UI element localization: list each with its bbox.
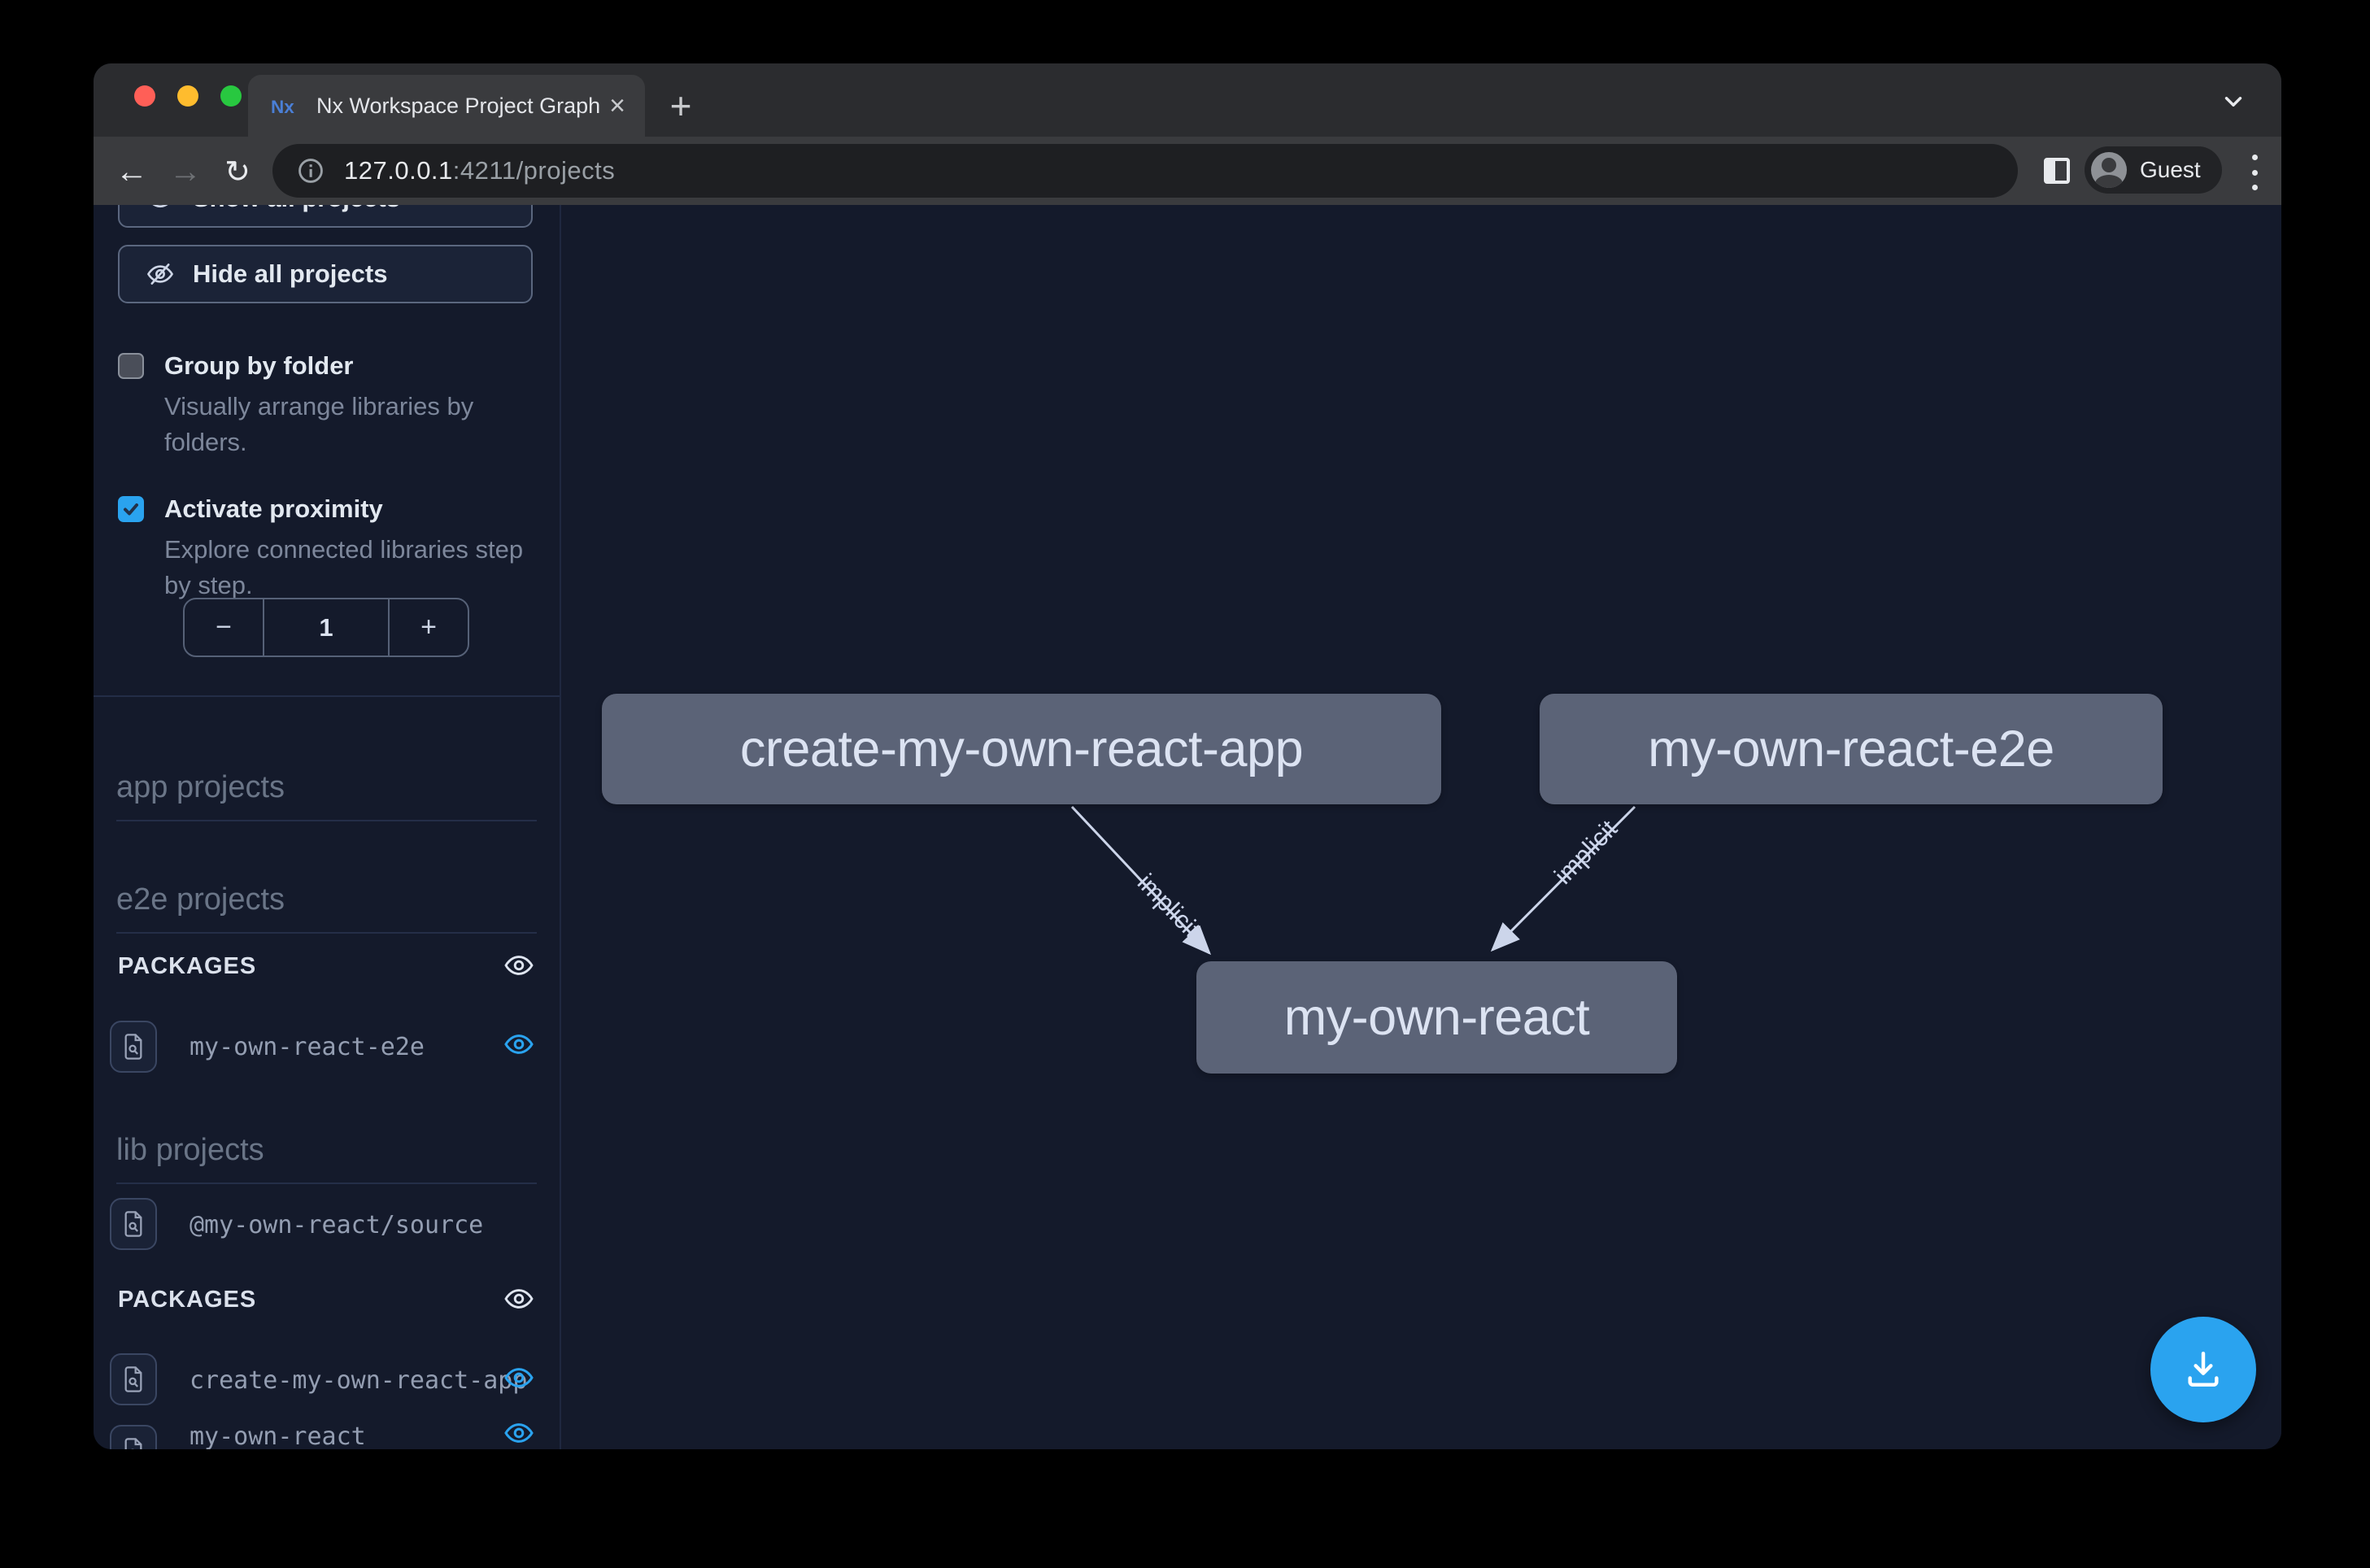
activate-proximity-description: Explore connected libraries step by step… <box>164 532 540 603</box>
hide-all-projects-button[interactable]: Hide all projects <box>118 245 533 303</box>
group-by-folder-description: Visually arrange libraries by folders. <box>164 389 540 460</box>
sidebar: Show all projects Hide all projects Grou… <box>94 205 561 1449</box>
proximity-degree-stepper: − 1 + <box>183 598 469 657</box>
download-icon <box>2180 1347 2226 1392</box>
tab-close-icon[interactable]: × <box>609 92 625 120</box>
graph-node-my-own-react-e2e[interactable]: my-own-react-e2e <box>1540 694 2163 804</box>
packages-heading-e2e: PACKAGES <box>118 953 256 980</box>
profile-label: Guest <box>2140 157 2201 183</box>
traffic-light-minimize-button[interactable] <box>177 85 198 107</box>
project-visibility-eye-icon[interactable] <box>503 1031 535 1057</box>
lib-projects-heading: lib projects <box>116 1133 537 1184</box>
e2e-projects-heading: e2e projects <box>116 882 537 934</box>
side-panel-icon[interactable] <box>2044 158 2070 184</box>
browser-tab[interactable]: Nx Nx Workspace Project Graph × <box>248 75 645 137</box>
traffic-light-close-button[interactable] <box>134 85 155 107</box>
nx-graph-app: Show all projects Hide all projects Grou… <box>94 205 2281 1449</box>
eye-icon <box>146 205 175 211</box>
nx-logo-icon: Nx <box>271 91 300 120</box>
packages-heading-lib: PACKAGES <box>118 1287 256 1313</box>
focus-project-button[interactable] <box>110 1198 157 1250</box>
activate-proximity-label: Activate proximity <box>164 494 383 524</box>
forward-button[interactable]: → <box>165 151 206 192</box>
dependency-edges <box>563 205 2281 1449</box>
project-graph-canvas[interactable]: implicit implicit create-my-own-react-ap… <box>563 205 2281 1449</box>
tab-title: Nx Workspace Project Graph <box>316 94 609 119</box>
hide-all-projects-label: Hide all projects <box>193 259 387 289</box>
packages-lib-eye-icon[interactable] <box>503 1286 535 1312</box>
group-by-folder-label: Group by folder <box>164 351 354 381</box>
activate-proximity-option: Activate proximity Explore connected lib… <box>118 494 525 603</box>
app-projects-heading: app projects <box>116 770 537 821</box>
back-button[interactable]: ← <box>111 151 152 192</box>
activate-proximity-checkbox[interactable] <box>118 496 144 522</box>
file-search-icon <box>120 1365 146 1394</box>
packages-e2e-eye-icon[interactable] <box>503 952 535 978</box>
increment-button[interactable]: + <box>388 599 468 656</box>
show-all-projects-label: Show all projects <box>193 205 400 213</box>
project-name: create-my-own-react-app <box>190 1366 527 1395</box>
desktop: Nx Nx Workspace Project Graph × + ← → ↻ <box>0 0 2370 1568</box>
browser-menu-button[interactable] <box>2250 155 2259 190</box>
file-search-icon <box>120 1436 146 1449</box>
group-by-folder-option: Group by folder Visually arrange librari… <box>118 351 525 460</box>
browser-toolbar: ← → ↻ 127.0.0.1:4211/projects Guest <box>94 137 2281 205</box>
checkmark-icon <box>121 499 141 519</box>
graph-node-create-my-own-react-app[interactable]: create-my-own-react-app <box>602 694 1441 804</box>
proximity-degree-value: 1 <box>264 599 388 656</box>
reload-button[interactable]: ↻ <box>217 151 258 192</box>
new-tab-button[interactable]: + <box>655 80 707 132</box>
tab-search-chevron-icon[interactable] <box>2220 88 2247 115</box>
eye-off-icon <box>146 261 175 287</box>
traffic-light-zoom-button[interactable] <box>220 85 242 107</box>
site-info-icon[interactable] <box>297 157 325 185</box>
decrement-button[interactable]: − <box>185 599 264 656</box>
avatar-icon <box>2091 152 2127 188</box>
focus-project-button[interactable] <box>110 1021 157 1073</box>
svg-text:Nx: Nx <box>271 97 294 117</box>
focus-project-button[interactable] <box>110 1425 157 1449</box>
graph-node-my-own-react[interactable]: my-own-react <box>1196 961 1677 1074</box>
show-all-projects-button[interactable]: Show all projects <box>118 205 533 228</box>
profile-button[interactable]: Guest <box>2085 146 2222 194</box>
url-bar[interactable]: 127.0.0.1:4211/projects <box>272 144 2018 198</box>
project-visibility-eye-icon[interactable] <box>503 1420 535 1446</box>
group-by-folder-checkbox[interactable] <box>118 353 144 379</box>
project-name: @my-own-react/source <box>190 1211 483 1239</box>
file-search-icon <box>120 1032 146 1061</box>
project-name: my-own-react-e2e <box>190 1033 425 1061</box>
browser-window: Nx Nx Workspace Project Graph × + ← → ↻ <box>94 63 2281 1449</box>
url-text: 127.0.0.1:4211/projects <box>344 156 615 185</box>
project-visibility-eye-icon[interactable] <box>503 1365 535 1391</box>
tab-strip: Nx Nx Workspace Project Graph × + <box>94 63 2281 137</box>
download-graph-button[interactable] <box>2150 1317 2256 1422</box>
file-search-icon <box>120 1209 146 1239</box>
sidebar-divider <box>94 695 561 697</box>
focus-project-button[interactable] <box>110 1353 157 1405</box>
project-name: my-own-react <box>190 1422 366 1449</box>
